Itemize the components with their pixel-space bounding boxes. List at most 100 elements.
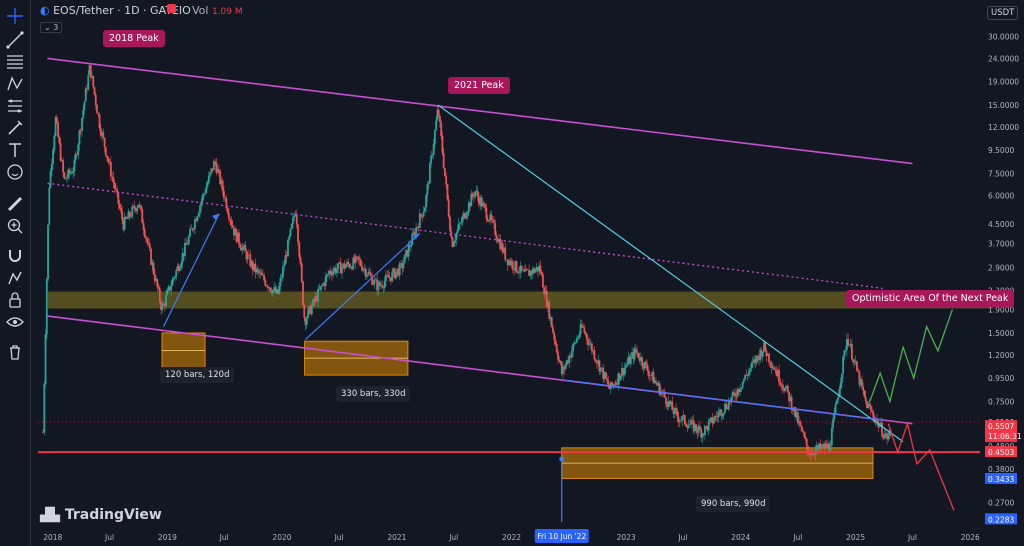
candle-body [43, 383, 46, 433]
candle-body [525, 268, 528, 270]
candle-body [158, 288, 161, 302]
candle-body [142, 223, 145, 230]
candle-body [383, 281, 386, 288]
indicators-count: 3 [53, 23, 59, 32]
date-marker-dot [559, 456, 565, 462]
peak-2018-badge[interactable]: 2018 Peak [103, 30, 165, 47]
volume-indicator[interactable]: Vol 1.09 M [192, 4, 243, 17]
candle-body [577, 337, 579, 339]
candle-body [407, 245, 410, 257]
ruler-icon[interactable] [5, 194, 25, 214]
candle-body [327, 274, 330, 275]
candle-body [131, 206, 134, 217]
crosshair-icon[interactable] [5, 6, 25, 26]
candle-body [205, 186, 208, 193]
trendline-icon[interactable] [5, 30, 25, 50]
candle-body [152, 262, 155, 274]
currency-selector[interactable]: USDT [987, 6, 1019, 20]
price-chart[interactable]: 30.0000 24.0000 19.0000 15.0000 12.0000 9.500… [30, 0, 1024, 546]
draw-mode-icon[interactable] [5, 268, 25, 288]
prediction-icon[interactable] [5, 96, 25, 116]
blue-channel-line [566, 379, 884, 422]
candle-body [148, 243, 151, 249]
candle-body [761, 351, 764, 357]
candle-body [460, 222, 463, 224]
tradingview-logo[interactable]: ▟▙ TradingView [40, 507, 162, 523]
countdown-label: 11:06:31 [988, 432, 1022, 441]
candle-body [107, 158, 110, 162]
candle-body [62, 160, 65, 173]
candle-body [82, 109, 85, 118]
time-tick-label: 2023 [617, 533, 636, 542]
candle-body [201, 195, 204, 202]
time-tick-label: Jul [219, 533, 229, 542]
price-label-4: 0.2283 [988, 515, 1014, 524]
candle-body [423, 207, 426, 212]
drawings-layer [38, 57, 980, 522]
candle-body [150, 248, 152, 265]
candle-body [840, 373, 843, 383]
candle-body [204, 192, 206, 195]
candle-body [437, 109, 440, 116]
lock-icon[interactable] [5, 290, 25, 310]
candle-body [138, 204, 141, 206]
candle-body [844, 350, 847, 351]
candle-body [594, 359, 597, 362]
candle-body [585, 334, 588, 340]
candle-body [441, 136, 444, 153]
candle-body [699, 426, 701, 430]
pattern-icon[interactable] [5, 74, 25, 94]
candle-body [781, 384, 784, 389]
candle-body [495, 234, 498, 239]
eye-icon[interactable] [5, 312, 25, 332]
candle-body [112, 176, 115, 183]
brush-icon[interactable] [5, 118, 25, 138]
fib-retracement-icon[interactable] [5, 52, 25, 72]
candle-body [212, 161, 215, 171]
candle-body [225, 197, 228, 209]
candle-body [676, 410, 679, 417]
time-tick-label: Jul [677, 533, 687, 542]
emoji-icon[interactable] [5, 162, 25, 182]
candle-body [325, 274, 328, 277]
candle-body [647, 370, 650, 376]
candle-body [854, 360, 857, 362]
candle-body [850, 343, 853, 360]
candle-body [63, 172, 66, 179]
candle-body [125, 216, 127, 219]
candle-body [619, 376, 622, 381]
candle-body [425, 195, 428, 208]
candle-body [626, 363, 628, 366]
next-peak-badge[interactable]: Optimistic Area Of the Next Peak [846, 290, 1015, 307]
candle-body [83, 101, 86, 110]
price-axis: 30.0000 24.0000 19.0000 15.0000 12.0000 9.500… [985, 32, 1022, 525]
candle-body [861, 379, 863, 387]
candle-body [457, 223, 460, 230]
candle-body [778, 369, 780, 383]
indicators-collapse-button[interactable]: ⌄ 3 [40, 22, 63, 33]
candle-body [229, 218, 232, 221]
trash-icon[interactable] [5, 342, 25, 362]
candle-body [264, 280, 267, 286]
time-axis: 2018 Jul 2019 Jul 2020 Jul 2021 Jul 2022 Jul 2023 J… [43, 529, 980, 543]
candle-body [123, 216, 126, 230]
candle-body [303, 305, 306, 318]
candle-body [835, 400, 838, 405]
candle-body [490, 214, 493, 220]
candle-body [482, 202, 485, 205]
candle-body [555, 343, 558, 353]
candle-body [402, 262, 405, 269]
candle-body [336, 269, 338, 274]
magnet-icon[interactable] [5, 246, 25, 266]
candle-body [244, 245, 247, 251]
flag-icon[interactable] [167, 3, 176, 16]
candle-body [435, 120, 438, 131]
candle-body [878, 425, 881, 428]
candle-body [539, 265, 542, 273]
candle-body [722, 412, 725, 415]
zoom-in-icon[interactable] [5, 216, 25, 236]
text-icon[interactable] [5, 140, 25, 160]
peak-2021-badge[interactable]: 2021 Peak [448, 77, 510, 94]
candle-body [241, 247, 244, 251]
candle-body [570, 351, 573, 358]
